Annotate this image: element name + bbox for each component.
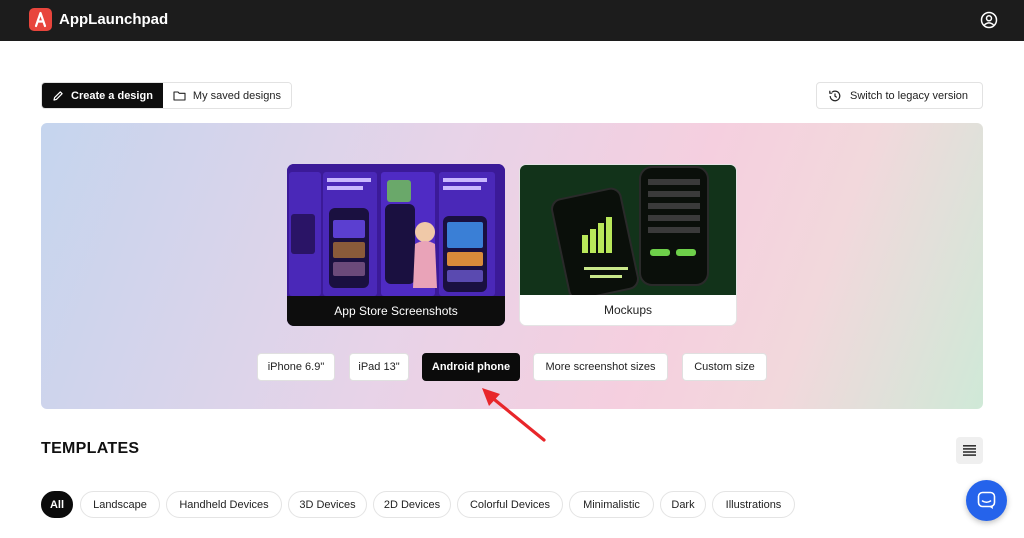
mockups-card[interactable]: Mockups — [519, 164, 737, 326]
filter-minimalistic[interactable]: Minimalistic — [569, 491, 654, 518]
size-chip-more-sizes[interactable]: More screenshot sizes — [533, 353, 668, 381]
size-chip-ipad[interactable]: iPad 13" — [349, 353, 409, 381]
filter-landscape[interactable]: Landscape — [80, 491, 160, 518]
chat-button[interactable] — [966, 480, 1007, 521]
list-icon — [963, 445, 976, 456]
switch-legacy-button[interactable]: Switch to legacy version — [816, 82, 983, 109]
size-chip-android-phone[interactable]: Android phone — [422, 353, 520, 381]
tab-create-design[interactable]: Create a design — [42, 83, 163, 108]
tab-saved-designs[interactable]: My saved designs — [162, 83, 291, 108]
history-icon — [829, 90, 841, 101]
brand-name: AppLaunchpad — [59, 11, 169, 28]
top-bar: AppLaunchpad — [0, 0, 1024, 41]
filter-2d-devices[interactable]: 2D Devices — [373, 491, 451, 518]
chat-icon — [977, 491, 996, 509]
filter-all[interactable]: All — [41, 491, 73, 518]
tab-create-label: Create a design — [71, 89, 153, 102]
user-circle-icon[interactable] — [980, 11, 998, 29]
filter-colorful-devices[interactable]: Colorful Devices — [457, 491, 563, 518]
list-view-button[interactable] — [956, 437, 983, 464]
size-chip-iphone[interactable]: iPhone 6.9" — [257, 353, 335, 381]
tab-saved-label: My saved designs — [192, 89, 281, 102]
mockups-preview-image — [520, 165, 736, 295]
app-store-card-label: App Store Screenshots — [287, 296, 505, 326]
mockups-card-label: Mockups — [520, 295, 736, 325]
size-chip-custom[interactable]: Custom size — [682, 353, 767, 381]
filter-handheld-devices[interactable]: Handheld Devices — [166, 491, 282, 518]
switch-legacy-label: Switch to legacy version — [850, 89, 968, 102]
app-store-preview-image — [287, 164, 505, 296]
templates-heading: TEMPLATES — [41, 440, 140, 457]
filter-3d-devices[interactable]: 3D Devices — [288, 491, 367, 518]
annotation-arrow-icon — [482, 388, 546, 442]
filter-dark[interactable]: Dark — [660, 491, 706, 518]
logo-icon[interactable] — [29, 8, 52, 31]
design-tabs: Create a design My saved designs — [41, 82, 292, 109]
app-store-screenshots-card[interactable]: App Store Screenshots — [287, 164, 505, 326]
pen-icon — [53, 90, 63, 101]
filter-illustrations[interactable]: Illustrations — [712, 491, 795, 518]
folder-icon — [173, 91, 186, 101]
